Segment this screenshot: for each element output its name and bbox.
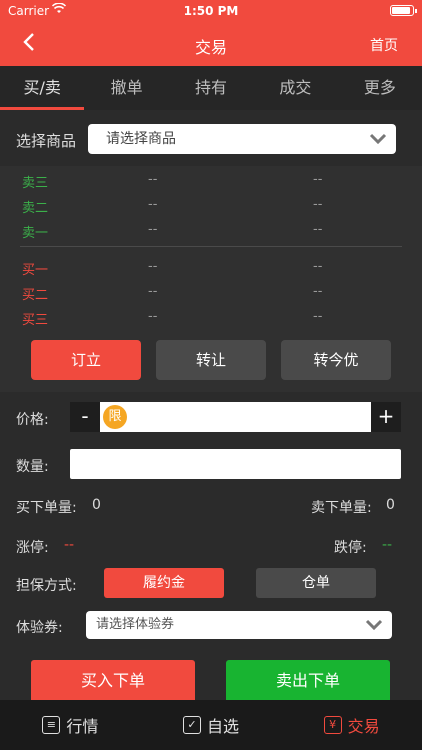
product-select-placeholder: 请选择商品	[106, 131, 176, 147]
price-field[interactable]: - 限 +	[70, 402, 401, 432]
sell-level-label: 卖三	[22, 176, 49, 191]
sell-volume: --	[313, 172, 323, 187]
quantity-input[interactable]	[70, 449, 401, 479]
page-title: 交易	[194, 38, 227, 57]
sell-qty-value: 0	[386, 497, 395, 513]
battery-icon	[390, 5, 417, 16]
sell-price: --	[148, 222, 158, 237]
market-icon: ≡	[42, 716, 61, 734]
chevron-down-icon	[368, 124, 388, 165]
limit-down-value: --	[382, 537, 393, 553]
buy-qty-value: 0	[92, 497, 101, 513]
trade-icon: ¥	[323, 716, 342, 734]
status-bar: Carrier 1:50 PM	[0, 0, 422, 22]
order-book-row: 买三 -- --	[0, 305, 422, 329]
buy-volume: --	[313, 309, 323, 324]
order-book-row: 卖二 -- --	[0, 193, 422, 217]
coupon-select[interactable]: 请选择体验券	[86, 611, 392, 639]
tab-watchlist-label: 自选	[207, 717, 240, 736]
quantity-label: 数量:	[16, 459, 49, 475]
tab-market[interactable]: ≡ 行情	[0, 700, 141, 750]
sell-volume: --	[313, 197, 323, 212]
buy-order-button[interactable]: 买入下单	[31, 660, 195, 702]
transfer-button[interactable]: 转让	[156, 340, 266, 380]
buy-price: --	[148, 284, 158, 299]
home-link[interactable]: 首页	[370, 35, 398, 55]
limit-up-value: --	[64, 537, 75, 553]
sell-price: --	[148, 172, 158, 187]
price-decrease-button[interactable]: -	[70, 402, 100, 432]
tab-trade[interactable]: ¥ 交易	[281, 700, 422, 750]
order-book-row: 买一 -- --	[0, 255, 422, 279]
sell-order-button[interactable]: 卖出下单	[226, 660, 390, 702]
sell-volume: --	[313, 222, 323, 237]
tab-holdings[interactable]: 持有	[169, 66, 253, 110]
open-order-button[interactable]: 订立	[31, 340, 141, 380]
guarantee-label: 担保方式:	[16, 578, 77, 594]
tab-more[interactable]: 更多	[338, 66, 422, 110]
price-label: 价格:	[16, 412, 49, 428]
chevron-down-icon	[364, 611, 384, 649]
buy-price: --	[148, 309, 158, 324]
buy-qty-label: 买下单量:	[16, 500, 77, 516]
buy-level-label: 买三	[22, 313, 49, 328]
order-book: 卖三 -- -- 卖二 -- -- 卖一 -- -- 买一 -- -- 买二 -…	[0, 166, 422, 392]
tab-deals[interactable]: 成交	[253, 66, 337, 110]
buy-level-label: 买一	[22, 263, 49, 278]
limit-up-label: 涨停:	[16, 540, 49, 556]
sell-price: --	[148, 197, 158, 212]
tab-buy-sell[interactable]: 买/卖	[0, 66, 85, 110]
product-select-label: 选择商品	[16, 132, 77, 150]
coupon-placeholder: 请选择体验券	[96, 617, 175, 632]
product-select[interactable]: 请选择商品	[88, 124, 396, 154]
tab-trade-label: 交易	[347, 717, 380, 736]
nav-bar: 交易 首页	[0, 22, 422, 66]
checkbox-icon: ✓	[183, 716, 201, 734]
buy-price: --	[148, 259, 158, 274]
guarantee-warehouse-button[interactable]: 仓单	[256, 568, 376, 598]
price-increase-button[interactable]: +	[371, 402, 401, 432]
sell-qty-label: 卖下单量:	[311, 500, 372, 516]
buy-volume: --	[313, 284, 323, 299]
tab-market-label: 行情	[66, 717, 99, 736]
order-book-row: 卖一 -- --	[0, 218, 422, 242]
limit-price-badge: 限	[103, 405, 127, 429]
product-select-row: 选择商品 请选择商品	[0, 114, 422, 164]
tab-bar-top: 买/卖 撤单 持有 成交 更多	[0, 66, 422, 110]
buy-level-label: 买二	[22, 288, 49, 303]
order-book-row: 买二 -- --	[0, 280, 422, 304]
tab-cancel-order[interactable]: 撤单	[84, 66, 168, 110]
coupon-label: 体验券:	[16, 620, 63, 636]
sell-level-label: 卖二	[22, 201, 49, 216]
tab-watchlist[interactable]: ✓ 自选	[141, 700, 282, 750]
order-book-divider	[20, 246, 402, 247]
buy-volume: --	[313, 259, 323, 274]
sell-level-label: 卖一	[22, 226, 49, 241]
order-book-row: 卖三 -- --	[0, 168, 422, 192]
limit-down-label: 跌停:	[334, 540, 367, 556]
status-time: 1:50 PM	[183, 4, 239, 18]
transfer-today-button[interactable]: 转今优	[281, 340, 391, 380]
bottom-tab-bar: ≡ 行情 ✓ 自选 ¥ 交易	[0, 700, 422, 750]
guarantee-deposit-button[interactable]: 履约金	[104, 568, 224, 598]
